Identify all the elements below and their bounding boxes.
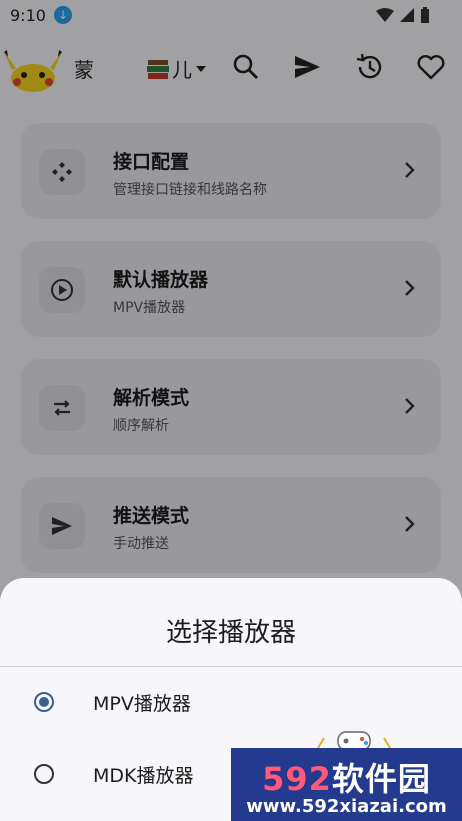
watermark-banner: 592软件园 www.592xiazai.com — [231, 748, 462, 821]
sheet-title: 选择播放器 — [165, 618, 296, 648]
watermark-brand: 592软件园 — [231, 754, 462, 800]
watermark-url: www.592xiazai.com — [246, 796, 447, 817]
watermark-brand-num: 592 — [262, 760, 332, 798]
radio-selected-icon[interactable] — [34, 692, 54, 712]
divider — [0, 666, 462, 667]
radio-unselected-icon[interactable] — [34, 764, 54, 784]
option-label: MDK播放器 — [93, 765, 194, 787]
option-label: MPV播放器 — [93, 693, 191, 715]
watermark-brand-text: 软件园 — [331, 760, 431, 798]
